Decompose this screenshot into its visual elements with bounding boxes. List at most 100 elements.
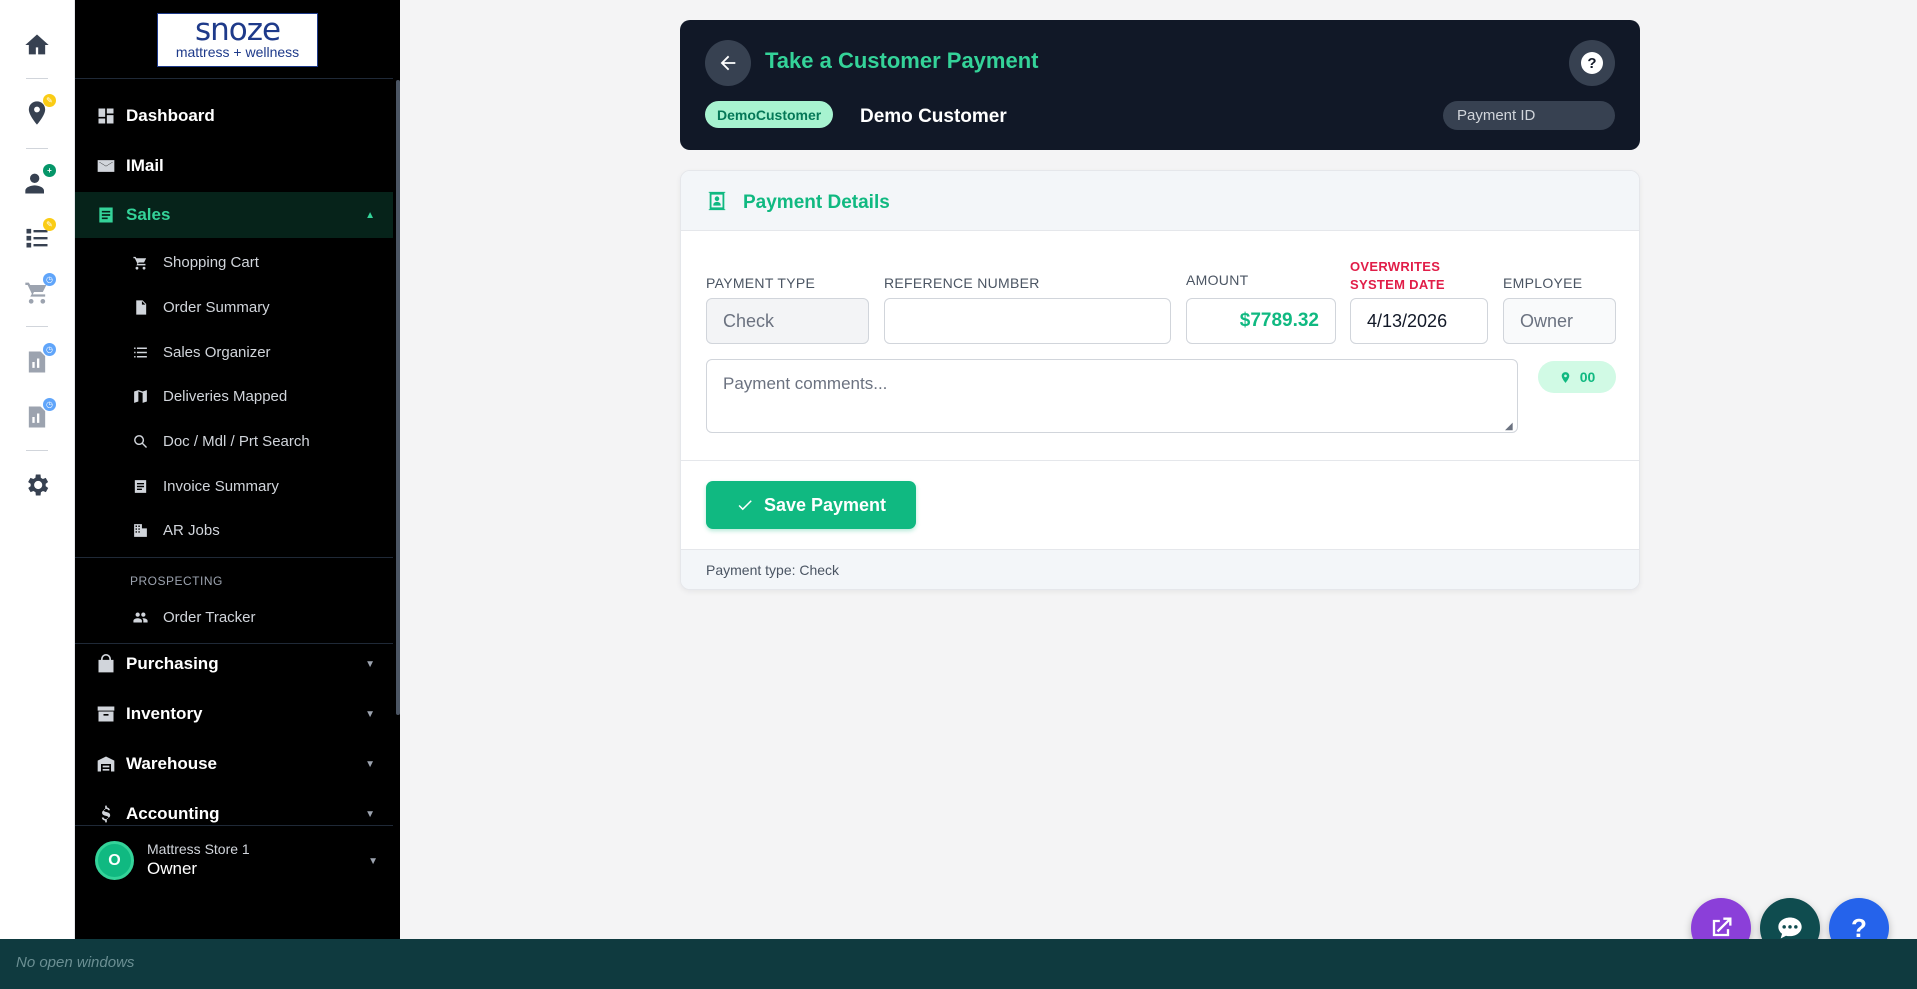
chevron-down-icon: ▼ xyxy=(365,659,375,670)
location-pin-icon[interactable]: ✎ xyxy=(20,94,56,130)
cart-icon xyxy=(131,253,149,271)
sidebar-subitem-doc-search[interactable]: Doc / Mdl / Prt Search xyxy=(75,423,393,459)
payment-type-field[interactable]: Check xyxy=(706,298,869,344)
payment-comments-textarea[interactable] xyxy=(706,359,1518,433)
edit-badge-icon: ✎ xyxy=(43,218,56,231)
chevron-down-icon: ▼ xyxy=(365,809,375,820)
plus-badge-icon: + xyxy=(43,164,56,177)
brand-logo[interactable]: snoze mattress + wellness xyxy=(157,13,318,67)
reference-number-input[interactable] xyxy=(884,298,1171,344)
sidebar-item-inventory[interactable]: Inventory ▼ xyxy=(75,691,393,737)
avatar: O xyxy=(95,841,134,880)
contact-card-icon xyxy=(706,189,728,213)
sidebar-subitem-label: Shopping Cart xyxy=(163,253,259,271)
sidebar: snoze mattress + wellness Dashboard IMai… xyxy=(75,0,400,939)
sidebar-subitem-deliveries-mapped[interactable]: Deliveries Mapped xyxy=(75,378,393,414)
employee-field[interactable]: Owner xyxy=(1503,298,1616,344)
customer-name: Demo Customer xyxy=(860,106,1007,127)
sidebar-subitem-label: AR Jobs xyxy=(163,521,220,539)
save-payment-label: Save Payment xyxy=(763,494,887,515)
sidebar-subitem-shopping-cart[interactable]: Shopping Cart xyxy=(75,244,393,280)
customer-badge[interactable]: DemoCustomer xyxy=(705,101,834,128)
sidebar-item-label: Dashboard xyxy=(126,106,215,125)
task-list-icon[interactable]: ✎ xyxy=(20,218,56,254)
chevron-down-icon: ▼ xyxy=(368,856,378,867)
section-label-prospecting: PROSPECTING xyxy=(130,574,223,588)
chevron-up-icon: ▲ xyxy=(365,210,375,221)
external-link-icon xyxy=(1712,917,1732,937)
resize-grip-icon[interactable]: ◢ xyxy=(1505,421,1513,432)
sidebar-scrollbar[interactable] xyxy=(396,80,400,715)
sidebar-subitem-order-summary[interactable]: Order Summary xyxy=(75,289,393,325)
icon-rail: ✎ + ✎ ◷ ◷ ◷ xyxy=(0,0,75,939)
payment-id-input[interactable] xyxy=(1443,101,1615,130)
document-icon xyxy=(131,298,149,316)
back-button[interactable] xyxy=(705,40,751,86)
taskbar: No open windows xyxy=(0,939,1917,989)
gear-icon[interactable] xyxy=(20,468,54,502)
sidebar-item-warehouse[interactable]: Warehouse ▼ xyxy=(75,741,393,787)
rail-divider xyxy=(26,450,48,451)
sidebar-subitem-label: Sales Organizer xyxy=(163,343,271,361)
report-icon[interactable]: ◷ xyxy=(20,398,56,434)
map-icon xyxy=(131,387,149,405)
sidebar-subitem-label: Order Summary xyxy=(163,298,270,316)
footer-status-text: Payment type: Check xyxy=(706,562,840,578)
dollar-icon xyxy=(95,803,117,825)
receipt-icon xyxy=(95,204,117,226)
sidebar-subitem-label: Doc / Mdl / Prt Search xyxy=(163,432,310,450)
chevron-down-icon: ▼ xyxy=(365,709,375,720)
clock-badge-icon: ◷ xyxy=(43,398,56,411)
sidebar-subitem-label: Deliveries Mapped xyxy=(163,387,288,405)
home-icon[interactable] xyxy=(20,28,54,62)
sidebar-item-label: Warehouse xyxy=(126,754,218,773)
taskbar-status: No open windows xyxy=(16,954,135,971)
sidebar-item-label: Inventory xyxy=(126,704,203,723)
payment-details-card: Payment Details PAYMENT TYPE REFERENCE N… xyxy=(680,170,1640,590)
sidebar-item-imail[interactable]: IMail xyxy=(75,143,393,189)
archive-icon xyxy=(95,703,117,725)
location-badge[interactable]: 00 xyxy=(1538,361,1616,393)
employee-label: EMPLOYEE xyxy=(1503,275,1583,291)
clock-badge-icon: ◷ xyxy=(43,273,56,286)
sidebar-subitem-ar-jobs[interactable]: AR Jobs xyxy=(75,512,393,548)
system-date-input[interactable]: 4/13/2026 xyxy=(1350,298,1488,344)
shopping-bag-icon xyxy=(95,653,117,675)
sidebar-item-dashboard[interactable]: Dashboard xyxy=(75,93,393,139)
card-header: Payment Details xyxy=(681,171,1639,231)
sidebar-subitem-order-tracker[interactable]: Order Tracker xyxy=(75,599,393,635)
sidebar-item-sales[interactable]: Sales ▲ xyxy=(75,192,393,238)
add-user-icon[interactable]: + xyxy=(20,164,56,200)
search-icon xyxy=(131,432,149,450)
location-code: 00 xyxy=(1579,369,1596,385)
rail-divider xyxy=(26,78,48,79)
sidebar-subitem-invoice-summary[interactable]: Invoice Summary xyxy=(75,468,393,504)
overwrites-label-line2: SYSTEM DATE xyxy=(1350,277,1445,292)
payment-header: Take a Customer Payment ? DemoCustomer D… xyxy=(680,20,1640,150)
help-button[interactable]: ? xyxy=(1569,40,1615,86)
chat-bubble-icon xyxy=(1778,917,1802,939)
chevron-down-icon: ▼ xyxy=(365,759,375,770)
check-icon xyxy=(738,500,752,511)
amount-input[interactable]: $7789.32 xyxy=(1186,298,1336,344)
amount-label: AMOUNT xyxy=(1186,272,1249,288)
receipt-icon xyxy=(131,477,149,495)
sidebar-subitem-label: Invoice Summary xyxy=(163,477,279,495)
location-pin-icon xyxy=(1561,371,1569,383)
card-footer: Payment type: Check xyxy=(681,549,1639,589)
dashboard-icon xyxy=(95,105,117,127)
logo-word: snoze xyxy=(194,12,281,48)
edit-badge-icon: ✎ xyxy=(43,94,56,107)
overwrites-label-line1: OVERWRITES xyxy=(1350,259,1441,274)
payment-type-label: PAYMENT TYPE xyxy=(706,275,816,291)
sidebar-item-label: IMail xyxy=(126,156,164,175)
cart-icon[interactable]: ◷ xyxy=(20,273,56,309)
page-title: Take a Customer Payment xyxy=(765,48,1039,73)
report-icon[interactable]: ◷ xyxy=(20,343,56,379)
save-payment-button[interactable]: Save Payment xyxy=(706,481,916,529)
sidebar-subitem-label: Order Tracker xyxy=(163,608,256,626)
store-switcher[interactable]: O Mattress Store 1 Owner ▼ xyxy=(75,825,400,939)
sidebar-item-purchasing[interactable]: Purchasing ▼ xyxy=(75,641,393,687)
people-icon xyxy=(131,608,149,626)
sidebar-subitem-sales-organizer[interactable]: Sales Organizer xyxy=(75,334,393,370)
